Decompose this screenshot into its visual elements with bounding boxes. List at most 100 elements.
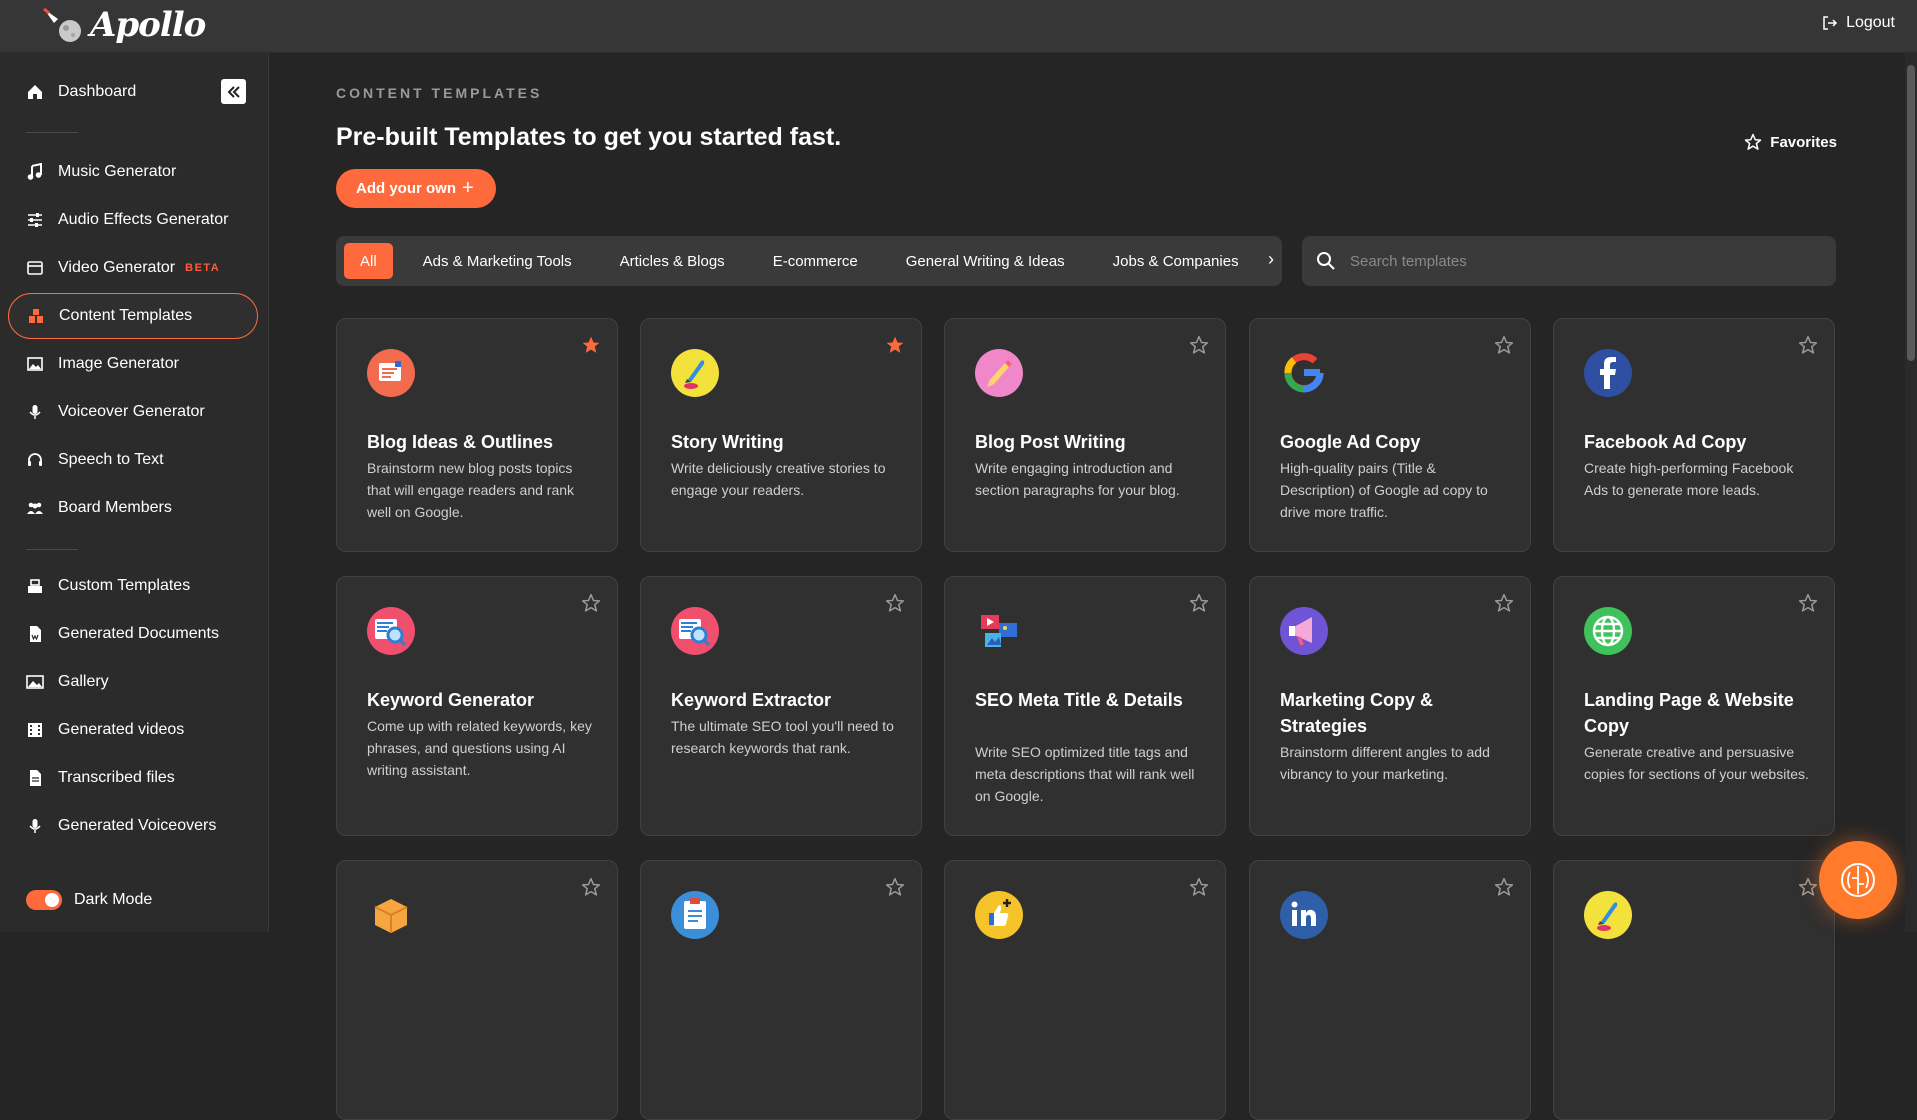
- media-icon: [975, 607, 1023, 655]
- sidebar-item-music-generator[interactable]: Music Generator: [8, 149, 258, 195]
- pencil-icon: [975, 349, 1023, 397]
- sidebar-item-label: Generated Documents: [58, 625, 219, 642]
- sidebar-item-generated-voiceovers[interactable]: Generated Voiceovers: [8, 803, 258, 849]
- sidebar-item-label: Audio Effects Generator: [58, 211, 229, 228]
- card-title: Story Writing: [671, 432, 784, 452]
- star-outline-icon[interactable]: [1798, 877, 1818, 897]
- dark-mode-toggle[interactable]: Dark Mode: [8, 877, 258, 923]
- sidebar-item-generated-videos[interactable]: Generated videos: [8, 707, 258, 753]
- template-card[interactable]: Keyword Extractor The ultimate SEO tool y…: [640, 576, 922, 836]
- star-outline-icon[interactable]: [885, 877, 905, 897]
- chevron-right-icon[interactable]: ›: [1268, 249, 1274, 270]
- sidebar-item-label: Generated videos: [58, 721, 185, 738]
- template-card[interactable]: [640, 860, 922, 1120]
- tab-e-commerce[interactable]: E-commerce: [755, 243, 876, 279]
- card-description: Generate creative and persuasive copies …: [1584, 744, 1809, 782]
- card-description: Write deliciously creative stories to en…: [671, 460, 886, 498]
- sidebar-divider: [26, 549, 78, 550]
- sidebar-item-gallery[interactable]: Gallery: [8, 659, 258, 705]
- film-icon: [24, 719, 46, 741]
- video-icon: [24, 257, 46, 279]
- templates-icon: [25, 305, 47, 327]
- template-card[interactable]: Landing Page & Website Copy Generate crea…: [1553, 576, 1835, 836]
- sidebar-item-transcribed-files[interactable]: Transcribed files: [8, 755, 258, 801]
- sidebar-item-voiceover-generator[interactable]: Voiceover Generator: [8, 389, 258, 435]
- template-card[interactable]: Story Writing Write deliciously creative …: [640, 318, 922, 552]
- card-description: Come up with related keywords, key phras…: [367, 718, 592, 778]
- sidebar-item-board-members[interactable]: Board Members: [8, 485, 258, 531]
- card-title: Google Ad Copy: [1280, 432, 1421, 452]
- star-outline-icon[interactable]: [1189, 335, 1209, 355]
- template-card[interactable]: [1249, 860, 1531, 1120]
- sidebar-item-content-templates[interactable]: Content Templates: [8, 293, 258, 339]
- sidebar-item-image-generator[interactable]: Image Generator: [8, 341, 258, 387]
- ai-assistant-button[interactable]: [1819, 841, 1897, 919]
- star-outline-icon[interactable]: [1494, 593, 1514, 613]
- add-your-own-button[interactable]: Add your own +: [336, 169, 496, 208]
- tab-all[interactable]: All: [344, 243, 393, 279]
- search-input[interactable]: [1348, 251, 1812, 271]
- gallery-icon: [24, 671, 46, 693]
- scrollbar-thumb[interactable]: [1907, 65, 1915, 361]
- brain-icon: [1841, 863, 1875, 897]
- beta-badge: BETA: [185, 262, 221, 274]
- star-filled-icon[interactable]: [581, 335, 601, 355]
- sidebar-item-custom-templates[interactable]: Custom Templates: [8, 563, 258, 609]
- star-outline-icon[interactable]: [1798, 335, 1818, 355]
- card-title: Marketing Copy & Strategies: [1280, 690, 1434, 736]
- microphone-icon: [24, 815, 46, 837]
- sidebar-item-generated-documents[interactable]: Generated Documents: [8, 611, 258, 657]
- template-card[interactable]: Blog Post Writing Write engaging introduc…: [944, 318, 1226, 552]
- star-outline-icon[interactable]: [885, 593, 905, 613]
- tab-ads-marketing-tools[interactable]: Ads & Marketing Tools: [405, 243, 590, 279]
- tab-jobs-companies[interactable]: Jobs & Companies: [1095, 243, 1257, 279]
- sliders-icon: [24, 209, 46, 231]
- card-title: Blog Ideas & Outlines: [367, 432, 554, 452]
- template-card[interactable]: Facebook Ad Copy Create high-performing F…: [1553, 318, 1835, 552]
- sidebar-item-video-generator[interactable]: Video Generator BETA: [8, 245, 258, 291]
- template-card[interactable]: Google Ad Copy High-quality pairs (Title …: [1249, 318, 1531, 552]
- template-card[interactable]: Marketing Copy & Strategies Brainstorm di…: [1249, 576, 1531, 836]
- search-box: [1302, 236, 1836, 286]
- template-card[interactable]: SEO Meta Title & Details Write SEO optimi…: [944, 576, 1226, 836]
- dark-mode-switch[interactable]: [26, 890, 62, 910]
- sidebar-item-label: Content Templates: [59, 307, 193, 324]
- card-description: Write SEO optimized title tags and meta …: [975, 744, 1195, 804]
- logout-button[interactable]: Logout: [1822, 14, 1895, 32]
- app-logo[interactable]: Apollo: [40, 2, 206, 48]
- page-scrollbar[interactable]: [1905, 53, 1917, 932]
- star-outline-icon[interactable]: [581, 877, 601, 897]
- sidebar-item-audio-effects-generator[interactable]: Audio Effects Generator: [8, 197, 258, 243]
- card-title: Facebook Ad Copy: [1584, 432, 1747, 452]
- collapse-sidebar-button[interactable]: [221, 79, 246, 104]
- template-card[interactable]: Blog Ideas & Outlines Brainstorm new blog…: [336, 318, 618, 552]
- users-icon: [24, 497, 46, 519]
- template-card[interactable]: [944, 860, 1226, 1120]
- star-filled-icon[interactable]: [885, 335, 905, 355]
- favorites-button[interactable]: Favorites: [1744, 133, 1837, 151]
- sidebar: Dashboard Music Generator Audio Effects …: [0, 53, 269, 932]
- template-card[interactable]: [336, 860, 618, 1120]
- card-title: Keyword Extractor: [671, 690, 832, 710]
- sidebar-item-label: Generated Voiceovers: [58, 817, 217, 834]
- star-outline-icon[interactable]: [1189, 877, 1209, 897]
- star-outline-icon[interactable]: [1798, 593, 1818, 613]
- blog-ideas-icon: [367, 349, 415, 397]
- sidebar-divider: [26, 132, 78, 133]
- keyword-search-icon: [367, 607, 415, 655]
- template-card[interactable]: Keyword Generator Come up with related ke…: [336, 576, 618, 836]
- sidebar-item-label: Dashboard: [58, 83, 137, 100]
- card-description: Brainstorm different angles to add vibra…: [1280, 744, 1490, 782]
- star-outline-icon[interactable]: [1189, 593, 1209, 613]
- page-kicker: CONTENT TEMPLATES: [336, 85, 543, 101]
- megaphone-icon: [1280, 607, 1328, 655]
- headset-icon: [24, 449, 46, 471]
- star-outline-icon[interactable]: [581, 593, 601, 613]
- template-card[interactable]: [1553, 860, 1835, 1120]
- sidebar-item-label: Speech to Text: [58, 451, 164, 468]
- sidebar-item-speech-to-text[interactable]: Speech to Text: [8, 437, 258, 483]
- star-outline-icon[interactable]: [1494, 335, 1514, 355]
- tab-general-writing-ideas[interactable]: General Writing & Ideas: [888, 243, 1083, 279]
- tab-articles-blogs[interactable]: Articles & Blogs: [602, 243, 743, 279]
- star-outline-icon[interactable]: [1494, 877, 1514, 897]
